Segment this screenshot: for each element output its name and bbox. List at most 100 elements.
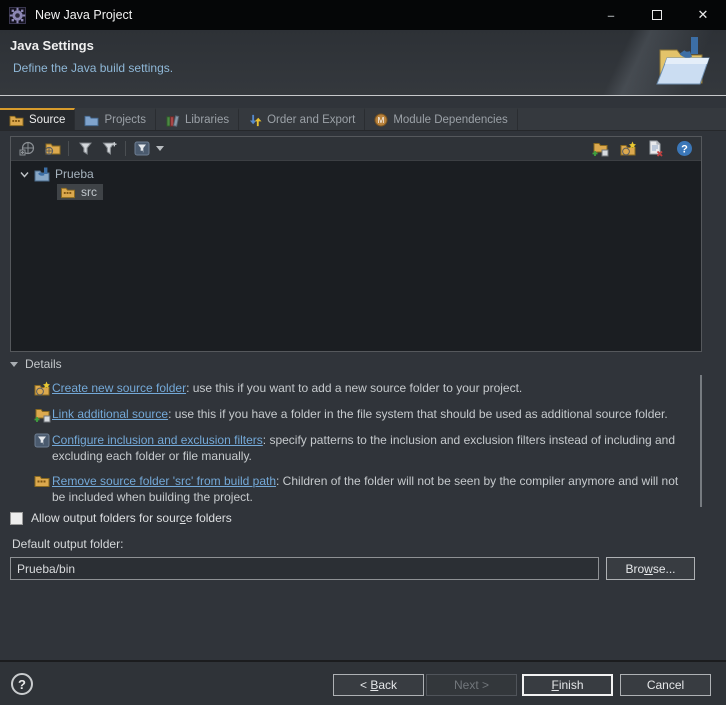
tab-libraries[interactable]: Libraries [156, 108, 240, 130]
filter-box-icon [134, 141, 150, 156]
detail-item-configure-filters: Configure inclusion and exclusion filter… [32, 432, 710, 464]
detail-description: : use this if you have a folder in the f… [168, 407, 668, 421]
create-source-folder-link[interactable]: Create new source folder [52, 381, 186, 395]
link-additional-source-link[interactable]: Link additional source [52, 407, 168, 421]
tree-expander-icon[interactable] [19, 169, 30, 180]
source-folder-icon [61, 187, 75, 198]
page-description: Define the Java build settings. [13, 61, 174, 75]
filter-box-icon [34, 433, 50, 448]
details-section: Details Create new source folder: use th… [10, 357, 710, 505]
detail-description: : use this if you want to add a new sour… [186, 381, 523, 395]
tab-label: Projects [104, 114, 146, 126]
wizard-header: Java Settings Define the Java build sett… [0, 30, 726, 96]
back-button[interactable]: < Back [333, 674, 424, 696]
details-scrollbar[interactable] [700, 375, 702, 507]
maximize-button[interactable] [634, 0, 680, 30]
maximize-icon [652, 10, 662, 20]
tab-label: Source [29, 114, 66, 126]
tab-label: Module Dependencies [393, 114, 508, 126]
details-header[interactable]: Details [10, 357, 710, 371]
source-toolbar: ? [11, 137, 701, 161]
configure-filters-link[interactable]: Configure inclusion and exclusion filter… [52, 433, 263, 447]
tree-item-src[interactable]: src [11, 183, 701, 201]
tab-source[interactable]: Source [0, 108, 76, 130]
order-export-arrows-icon [249, 114, 262, 126]
toolbar-separator [68, 141, 69, 156]
dropdown-caret-icon[interactable] [156, 146, 164, 151]
package-grid-disabled-icon [19, 141, 35, 155]
toggle-package-view-button[interactable] [16, 139, 40, 159]
selected-tree-item[interactable]: src [57, 184, 103, 200]
page-title: Java Settings [10, 38, 94, 53]
svg-text:M: M [378, 116, 385, 125]
tree-item-project[interactable]: Prueba [11, 165, 701, 183]
minimize-icon: – [607, 7, 615, 23]
minimize-button[interactable]: – [588, 0, 634, 30]
browse-button[interactable]: Browse... [606, 557, 695, 580]
folder-link-plus-icon [34, 409, 51, 423]
java-project-icon [34, 167, 50, 181]
source-folder-view-button[interactable] [40, 139, 64, 159]
button-bar: ? < Back Next > Finish Cancel [0, 660, 726, 705]
tabbar-filler [518, 108, 726, 130]
tree-item-label: Prueba [55, 167, 94, 181]
source-folder-icon [9, 115, 24, 126]
tab-order-and-export[interactable]: Order and Export [239, 108, 366, 130]
folder-plus-icon [592, 142, 609, 156]
edit-filters-button[interactable] [644, 139, 668, 159]
folder-star-icon [620, 141, 636, 155]
finish-button[interactable]: Finish [522, 674, 613, 696]
allow-output-folders-label: Allow output folders for source folders [31, 511, 232, 525]
close-button[interactable]: ✕ [680, 0, 726, 30]
detail-text: Configure inclusion and exclusion filter… [52, 432, 710, 464]
new-java-project-dialog: New Java Project – ✕ Java Settings Defin… [0, 0, 726, 705]
detail-item-link-source: Link additional source: use this if you … [32, 406, 710, 423]
svg-text:?: ? [681, 144, 688, 156]
new-package-folder-button[interactable] [616, 139, 640, 159]
package-folder-icon [34, 476, 50, 487]
collapse-twistie-icon[interactable] [10, 361, 18, 367]
source-folders-panel: ? Prueba src [10, 136, 702, 352]
java-settings-folder-icon [656, 37, 710, 85]
filter-funnel-icon [78, 142, 92, 155]
title-bar: New Java Project – ✕ [0, 0, 726, 30]
eclipse-wizard-icon [9, 6, 26, 24]
toolbar-separator [125, 141, 126, 156]
document-remove-icon [649, 140, 663, 157]
filter-button[interactable] [73, 139, 97, 159]
help-icon: ? [676, 141, 692, 156]
tab-label: Order and Export [267, 114, 356, 126]
window-controls: – ✕ [588, 0, 726, 30]
add-filter-button[interactable] [97, 139, 121, 159]
question-mark-icon: ? [18, 676, 26, 692]
detail-text: Create new source folder: use this if yo… [52, 380, 538, 396]
detail-text: Remove source folder 'src' from build pa… [52, 473, 710, 505]
projects-folder-icon [84, 115, 99, 126]
detail-item-create-source-folder: Create new source folder: use this if yo… [32, 380, 710, 397]
add-source-folder-button[interactable] [588, 139, 612, 159]
detail-text: Link additional source: use this if you … [52, 406, 684, 422]
details-title: Details [25, 357, 62, 371]
source-folder-tree: Prueba src [11, 161, 701, 201]
default-output-folder-input[interactable] [10, 557, 599, 580]
allow-output-folders-row: Allow output folders for source folders [10, 511, 232, 525]
default-output-folder-label: Default output folder: [12, 537, 124, 551]
remove-source-folder-link[interactable]: Remove source folder 'src' from build pa… [52, 474, 276, 488]
allow-output-folders-checkbox[interactable] [10, 511, 23, 525]
module-icon: M [374, 113, 388, 127]
window-title: New Java Project [35, 8, 133, 22]
next-button[interactable]: Next > [426, 674, 517, 696]
cancel-button[interactable]: Cancel [620, 674, 711, 696]
tab-module-dependencies[interactable]: M Module Dependencies [365, 108, 518, 130]
help-button[interactable]: ? [11, 673, 33, 695]
libraries-books-icon [166, 114, 180, 127]
tab-label: Libraries [184, 114, 230, 126]
tab-projects[interactable]: Projects [75, 108, 156, 130]
filter-menu-button[interactable] [130, 139, 154, 159]
filter-add-icon [102, 142, 116, 155]
toolbar-right-group: ? [588, 139, 696, 159]
context-help-button[interactable]: ? [672, 139, 696, 159]
settings-tabbar: Source Projects Libraries Order and Expo… [0, 108, 726, 131]
folder-star-icon [34, 381, 50, 396]
detail-item-remove-source-folder: Remove source folder 'src' from build pa… [32, 473, 710, 505]
